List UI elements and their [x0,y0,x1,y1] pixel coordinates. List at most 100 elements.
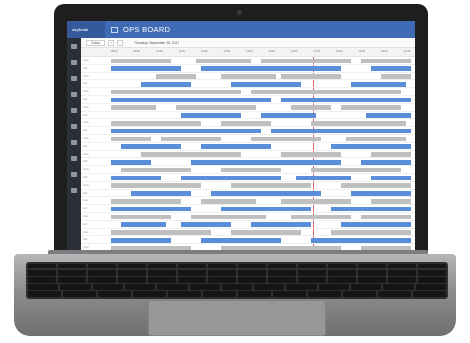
settings-icon[interactable] [71,140,77,145]
flight-bar[interactable] [231,81,301,87]
schedule-row: Acft [81,112,415,120]
flight-bar[interactable] [121,222,166,227]
flight-bar[interactable] [271,128,411,134]
flight-bar[interactable] [181,222,231,227]
flight-bar[interactable] [111,206,191,212]
help-icon[interactable] [71,188,77,193]
home-icon[interactable] [71,44,77,49]
duty-bar[interactable] [111,58,171,64]
duty-bar[interactable] [176,105,256,110]
duty-bar[interactable] [341,105,401,110]
flight-bar[interactable] [111,66,181,71]
duty-bar[interactable] [291,214,351,220]
bell-icon[interactable] [71,172,77,177]
duty-bar[interactable] [281,74,341,79]
duty-bar[interactable] [331,230,411,235]
flight-bar[interactable] [111,97,271,103]
duty-bar[interactable] [141,152,241,157]
grid-icon[interactable] [71,60,77,65]
flight-bar[interactable] [221,206,311,212]
duty-bar[interactable] [381,74,411,79]
flight-bar[interactable] [181,175,281,181]
flight-bar[interactable] [251,222,311,227]
flight-bar[interactable] [141,81,191,87]
flight-bar[interactable] [201,237,281,243]
duty-bar[interactable] [291,105,331,110]
duty-bar[interactable] [156,74,196,79]
flight-bar[interactable] [201,144,271,149]
flight-bar[interactable] [296,175,351,181]
flight-bar[interactable] [366,113,411,118]
duty-bar[interactable] [196,58,251,64]
duty-bar[interactable] [161,136,221,142]
duty-bar[interactable] [361,58,411,64]
schedule-row: Acft [81,174,415,182]
duty-bar[interactable] [221,167,281,173]
flight-bar[interactable] [371,175,411,181]
duty-bar[interactable] [371,198,411,204]
duty-bar[interactable] [221,120,271,126]
flight-bar[interactable] [111,175,161,181]
duty-bar[interactable] [261,58,351,64]
flight-bar[interactable] [211,191,321,196]
duty-bar[interactable] [361,214,411,220]
duty-bar[interactable] [221,74,276,79]
flight-bar[interactable] [131,191,191,196]
list-icon[interactable] [71,76,77,81]
keyboard-key [298,264,326,268]
duty-bar[interactable] [251,136,321,142]
duty-bar[interactable] [231,230,301,235]
flight-bar[interactable] [261,113,316,118]
flight-bar[interactable] [331,206,411,212]
flight-bar[interactable] [331,144,411,149]
duty-bar[interactable] [111,136,151,142]
row-label: Crew [83,199,89,203]
users-icon[interactable] [71,108,77,113]
flight-bar[interactable] [111,159,151,165]
flight-bar[interactable] [201,66,341,71]
duty-bar[interactable] [371,152,411,157]
next-day-button[interactable]: › [117,40,123,46]
flight-bar[interactable] [351,81,406,87]
flight-bar[interactable] [351,191,411,196]
duty-bar[interactable] [341,183,411,188]
duty-bar[interactable] [201,198,256,204]
duty-bar[interactable] [311,167,401,173]
duty-bar[interactable] [111,89,241,95]
duty-bar[interactable] [111,198,181,204]
flight-bar[interactable] [361,159,411,165]
duty-bar[interactable] [311,120,406,126]
plane-icon[interactable] [71,124,77,129]
flight-bar[interactable] [191,159,341,165]
flight-bar[interactable] [311,237,411,243]
duty-bar[interactable] [281,152,341,157]
chart-icon[interactable] [71,156,77,161]
today-button[interactable]: Today [86,40,105,46]
flight-bar[interactable] [111,237,171,243]
keyboard-key [178,277,206,283]
flight-bar[interactable] [121,144,181,149]
duty-bar[interactable] [251,89,401,95]
duty-bar[interactable] [111,183,201,188]
duty-bar[interactable] [281,198,351,204]
duty-bar[interactable] [111,230,211,235]
duty-bar[interactable] [231,183,311,188]
duty-bar[interactable] [346,136,406,142]
duty-bar[interactable] [111,120,201,126]
flight-bar[interactable] [371,66,411,71]
duty-bar[interactable] [191,214,266,220]
prev-day-button[interactable]: ‹ [108,40,114,46]
current-date[interactable]: Thursday, September 28, 2017 [134,41,179,45]
flight-bar[interactable] [181,113,241,118]
flight-bar[interactable] [281,97,411,103]
flight-bar[interactable] [111,128,261,134]
duty-bar[interactable] [111,105,156,110]
calendar-icon[interactable] [71,92,77,97]
keyboard-key [328,270,356,276]
row-label: Crew [83,152,89,156]
keyboard-key [178,264,206,268]
app-logo[interactable]: skyfreak [67,21,105,38]
duty-bar[interactable] [111,214,171,220]
duty-bar[interactable] [121,167,191,173]
flight-bar[interactable] [341,222,411,227]
